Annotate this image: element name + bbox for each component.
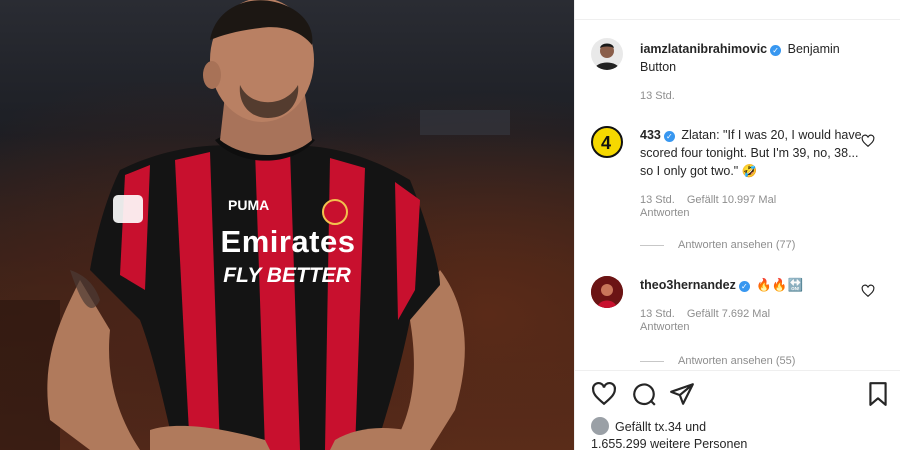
comment-item: theo3hernandez ✓ 🔥🔥🔛 13 Std. Gefällt 7.692…	[591, 276, 875, 371]
view-replies-button[interactable]: Antworten ansehen (77)	[640, 239, 795, 251]
avatar[interactable]: 4	[591, 126, 623, 158]
view-replies-label: Antworten ansehen (77)	[678, 239, 796, 251]
share-icon[interactable]	[669, 381, 695, 407]
avatar[interactable]	[591, 417, 609, 435]
action-bar: Gefällt tx.34 und 1.655.299 weitere Pers…	[575, 370, 900, 450]
verified-badge-icon: ✓	[738, 281, 750, 292]
comment-time: 13 Std.	[640, 194, 675, 206]
avatar[interactable]	[591, 38, 623, 70]
bookmark-icon[interactable]	[865, 381, 891, 407]
svg-text:4: 4	[601, 133, 611, 153]
avatar[interactable]	[591, 276, 623, 308]
likes-and: und	[685, 420, 707, 434]
comment-item: 4 433 ✓ Zlatan: "If I was 20, I would hav…	[591, 126, 875, 256]
heart-icon[interactable]	[861, 284, 875, 298]
heart-icon[interactable]	[591, 381, 617, 407]
view-replies-button[interactable]: Antworten ansehen (55)	[640, 355, 795, 367]
caption-username[interactable]: iamzlatanibrahimovic	[640, 42, 767, 56]
heart-icon[interactable]	[861, 134, 875, 148]
divider	[575, 19, 900, 20]
comment-icon[interactable]	[631, 381, 657, 407]
likes-summary: Gefällt tx.34 und 1.655.299 weitere Pers…	[591, 417, 747, 450]
comments-panel: iamzlatanibrahimovic ✓ Benjamin Button 13…	[574, 0, 900, 450]
comment-username[interactable]: theo3hernandez	[640, 278, 736, 292]
jersey-sponsor-tagline: FLY BETTER	[223, 264, 351, 287]
view-replies-label: Antworten ansehen (55)	[678, 355, 796, 367]
divider	[640, 244, 664, 246]
reply-button[interactable]: Antworten	[640, 321, 690, 333]
liked-by-others[interactable]: 1.655.299 weitere Personen	[591, 437, 747, 450]
liked-by-user[interactable]: tx.34	[655, 420, 682, 434]
comment-likes[interactable]: Gefällt 10.997 Mal	[687, 194, 776, 206]
svg-text:PUMA: PUMA	[228, 197, 269, 213]
reply-button[interactable]: Antworten	[640, 207, 690, 219]
verified-badge-icon: ✓	[663, 131, 675, 142]
comment-likes[interactable]: Gefällt 7.692 Mal	[687, 308, 770, 320]
jersey-sponsor-text: Emirates	[220, 224, 356, 259]
comment-text: 🔥🔥🔛	[756, 278, 804, 292]
caption-time: 13 Std.	[640, 90, 675, 102]
likes-prefix: Gefällt	[615, 420, 652, 434]
post-photo[interactable]: PUMA Emirates FLY BETTER	[0, 0, 574, 450]
post-caption: iamzlatanibrahimovic ✓ Benjamin Button 13…	[591, 38, 861, 108]
comment-time: 13 Std.	[640, 308, 675, 320]
divider	[640, 360, 664, 362]
comment-username[interactable]: 433	[640, 128, 661, 142]
verified-badge-icon: ✓	[770, 45, 782, 56]
